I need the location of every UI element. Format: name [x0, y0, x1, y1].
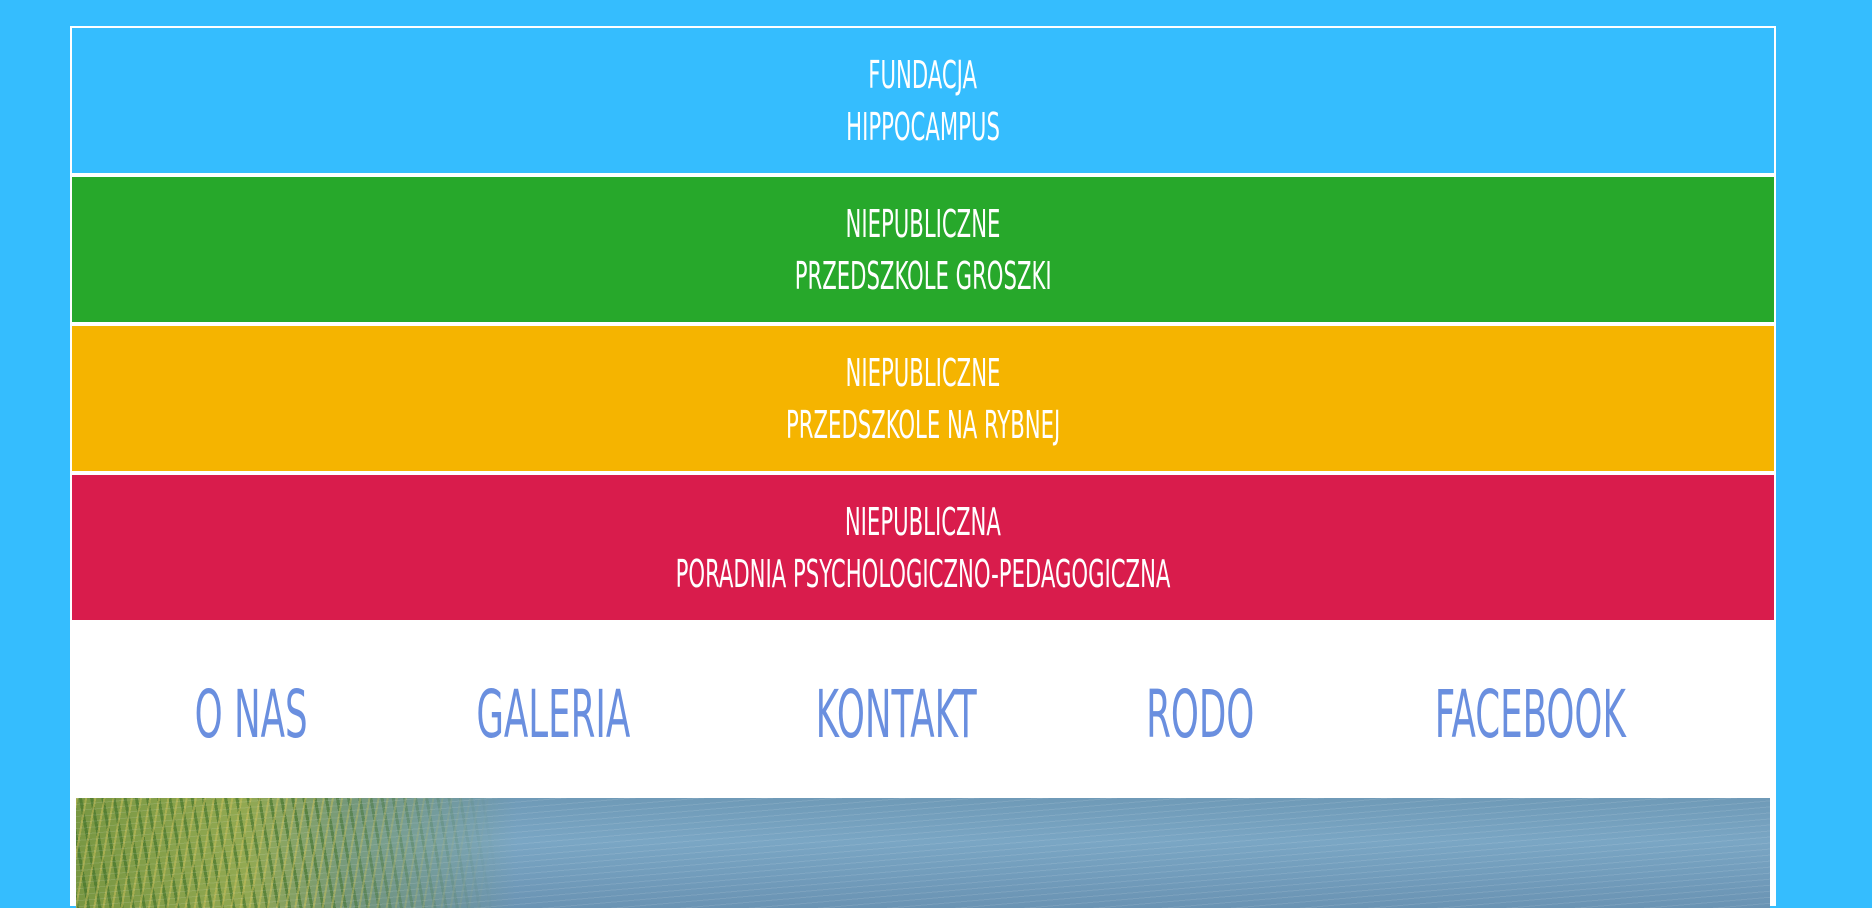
band-line-1: NIEPUBLICZNA: [844, 499, 1002, 544]
hero-image-lake: [76, 798, 1770, 908]
band-line-1: NIEPUBLICZNE: [845, 350, 1001, 395]
band-line-2: PORADNIA PSYCHOLOGICZNO-PEDAGOGICZNA: [675, 551, 1171, 596]
link-przedszkole-na-rybnej[interactable]: NIEPUBLICZNE PRZEDSZKOLE NA RYBNEJ: [72, 326, 1774, 471]
nav-item-o-nas[interactable]: O NAS: [195, 676, 308, 753]
nav-item-facebook[interactable]: FACEBOOK: [1434, 676, 1625, 753]
main-nav: O NAS GALERIA KONTAKT RODO FACEBOOK: [72, 624, 1774, 804]
link-poradnia-psychologiczno-pedagogiczna[interactable]: NIEPUBLICZNA PORADNIA PSYCHOLOGICZNO-PED…: [72, 475, 1774, 620]
link-fundacja-hippocampus[interactable]: FUNDACJA HIPPOCAMPUS: [72, 28, 1774, 173]
water-ripples: [76, 798, 1770, 908]
band-line-2: PRZEDSZKOLE NA RYBNEJ: [785, 402, 1061, 447]
nav-item-kontakt[interactable]: KONTAKT: [815, 676, 976, 753]
band-line-2: HIPPOCAMPUS: [846, 104, 1000, 149]
band-line-2: PRZEDSZKOLE GROSZKI: [794, 253, 1052, 298]
band-line-1: NIEPUBLICZNE: [845, 201, 1001, 246]
link-przedszkole-groszki[interactable]: NIEPUBLICZNE PRZEDSZKOLE GROSZKI: [72, 177, 1774, 322]
nav-item-rodo[interactable]: RODO: [1146, 676, 1254, 753]
page-container: FUNDACJA HIPPOCAMPUS NIEPUBLICZNE PRZEDS…: [70, 26, 1776, 908]
band-line-1: FUNDACJA: [868, 52, 978, 97]
nav-item-galeria[interactable]: GALERIA: [477, 676, 631, 753]
